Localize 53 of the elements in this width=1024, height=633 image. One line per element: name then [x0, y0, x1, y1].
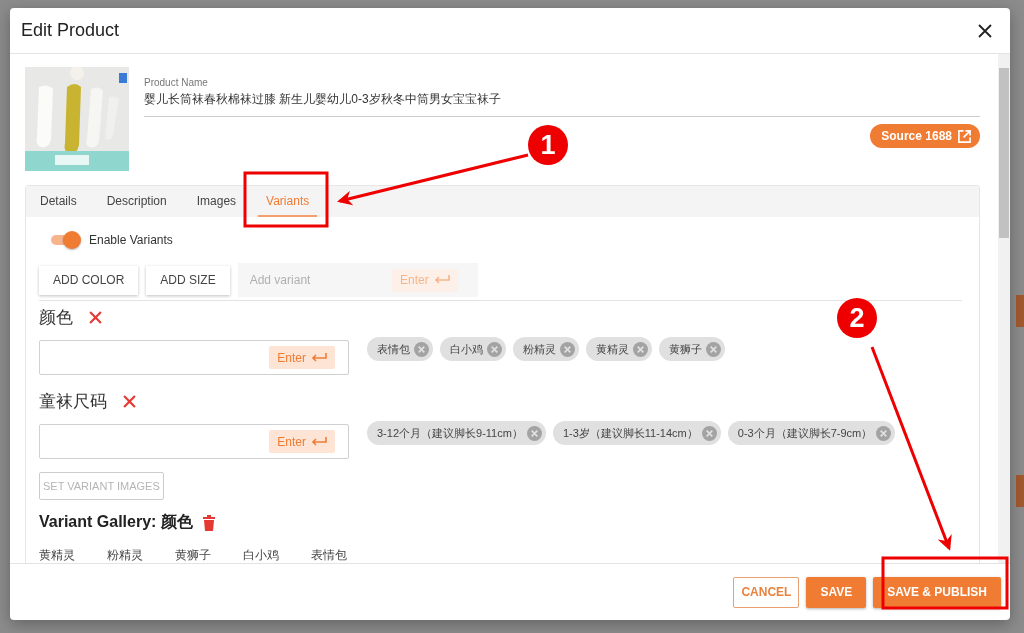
close-icon[interactable]: [978, 23, 992, 38]
tab[interactable]: Images: [188, 186, 245, 217]
tab[interactable]: Description: [98, 186, 175, 217]
variant-chip[interactable]: 白小鸡: [440, 337, 506, 361]
return-icon: [433, 275, 450, 285]
variant-chip[interactable]: 3-12个月（建议脚长9-11cm）: [367, 421, 546, 445]
trash-icon[interactable]: [202, 514, 215, 531]
remove-icon[interactable]: [123, 394, 136, 408]
gallery-title: Variant Gallery: 颜色: [39, 512, 193, 532]
variant-chip[interactable]: 黄狮子: [659, 337, 725, 361]
toggle-label: Enable Variants: [89, 233, 173, 247]
gallery-label: 黄精灵: [39, 547, 75, 563]
external-link-icon: [958, 129, 971, 143]
chip-label: 黄精灵: [596, 341, 629, 357]
variant-chip[interactable]: 黄精灵: [586, 337, 652, 361]
variant-group-name: 颜色: [39, 306, 73, 329]
gallery-label: 黄狮子: [175, 547, 211, 563]
variant-chip[interactable]: 0-3个月（建议脚长7-9cm）: [727, 421, 896, 445]
dialog-title: Edit Product: [21, 20, 120, 41]
chip-label: 表情包: [377, 341, 410, 357]
variant-chip[interactable]: 粉精灵: [513, 337, 579, 361]
chip-label: 白小鸡: [450, 341, 483, 357]
return-icon: [311, 436, 327, 447]
remove-icon[interactable]: [487, 341, 502, 357]
chip-label: 黄狮子: [669, 341, 702, 357]
remove-icon[interactable]: [89, 310, 102, 324]
remove-icon[interactable]: [526, 425, 542, 441]
background-button-edge: [1016, 475, 1024, 507]
gallery-label: 表情包: [311, 547, 347, 563]
remove-icon[interactable]: [414, 341, 429, 357]
background-button-edge: [1016, 295, 1024, 327]
variant-group-name: 童袜尺码: [39, 390, 107, 413]
gallery-label: 粉精灵: [107, 547, 143, 563]
remove-icon[interactable]: [701, 425, 717, 441]
toggle-switch[interactable]: [49, 231, 81, 249]
remove-icon[interactable]: [706, 341, 721, 357]
product-name-field[interactable]: 婴儿长筒袜春秋棉袜过膝 新生儿婴幼儿0-3岁秋冬中筒男女宝宝袜子: [144, 88, 980, 117]
remove-icon[interactable]: [560, 341, 575, 357]
chip-label: 粉精灵: [523, 341, 556, 357]
add-button[interactable]: ADD COLOR: [39, 265, 139, 295]
tab[interactable]: Details: [32, 186, 85, 217]
scrollbar[interactable]: [998, 54, 1010, 563]
return-icon: [311, 352, 327, 363]
chip-label: 0-3个月（建议脚长7-9cm）: [737, 425, 873, 441]
variant-chip[interactable]: 表情包: [367, 337, 433, 361]
gallery-label: 白小鸡: [243, 547, 279, 563]
add-button[interactable]: ADD SIZE: [146, 265, 230, 295]
chip-label: 3-12个月（建议脚长9-11cm）: [377, 425, 523, 441]
chip-label: 1-3岁（建议脚长11-14cm）: [562, 425, 698, 441]
remove-icon[interactable]: [633, 341, 648, 357]
variant-chip[interactable]: 1-3岁（建议脚长11-14cm）: [552, 421, 721, 445]
field-label: Product Name: [144, 77, 208, 88]
remove-icon[interactable]: [876, 425, 892, 441]
